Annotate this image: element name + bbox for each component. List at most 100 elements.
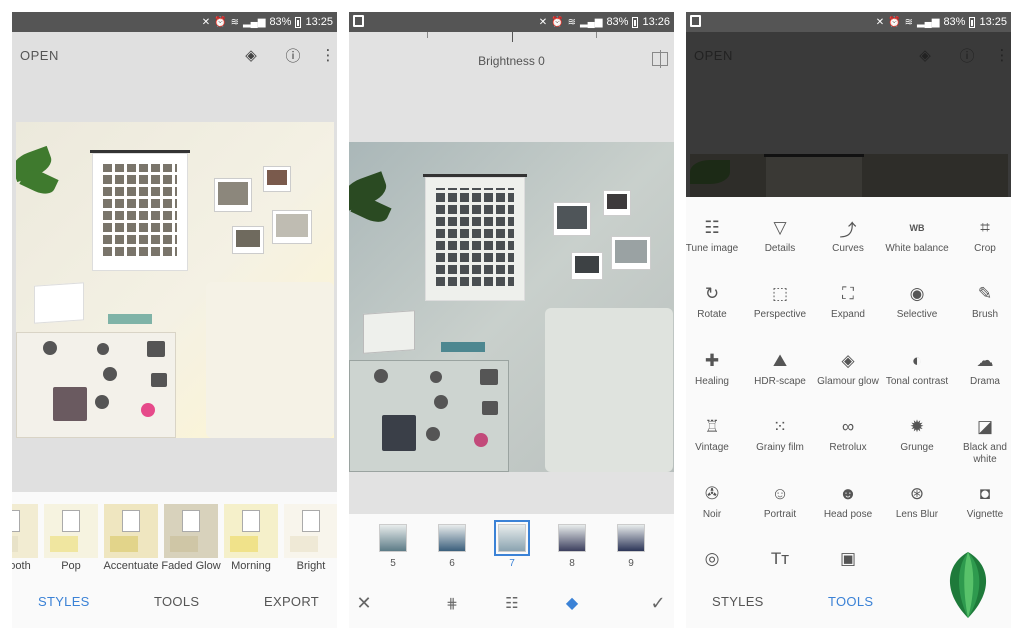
- open-button[interactable]: OPEN: [20, 48, 59, 63]
- filter-adjust-screen: ✕ ⏰ ≋ ▂▄▆ 83% 13:26 Brightness 0 5 6 7 8…: [349, 12, 674, 628]
- tool-noir[interactable]: ✇ Noir: [686, 481, 746, 521]
- tool-label: Healing: [695, 376, 729, 387]
- tool-curves[interactable]: ⤴ Curves: [814, 215, 882, 255]
- tool-retrolux[interactable]: ∞ Retrolux: [814, 414, 882, 454]
- selective-icon: ◉: [909, 284, 925, 303]
- photo-canvas[interactable]: [12, 80, 337, 492]
- style-label: Accentuate: [103, 560, 159, 572]
- tool-label: Grainy film: [756, 442, 804, 453]
- cabinet: [349, 360, 509, 472]
- tool-grunge[interactable]: ✹ Grunge: [883, 414, 951, 454]
- wall-frame: [611, 236, 651, 270]
- tool-hdr[interactable]: ⛰ HDR-scape: [746, 348, 814, 388]
- tab-styles[interactable]: STYLES: [712, 594, 764, 609]
- tab-styles[interactable]: STYLES: [38, 594, 90, 609]
- drama-icon: ☁: [976, 351, 994, 370]
- battery-percent: 83%: [606, 16, 629, 28]
- adjust-header[interactable]: Brightness 0: [349, 32, 674, 92]
- black-and-white-icon: ◪: [976, 417, 994, 436]
- tab-export[interactable]: EXPORT: [264, 594, 319, 609]
- tool-expand[interactable]: ⛶ Expand: [814, 281, 882, 321]
- style-thumb[interactable]: [12, 504, 38, 558]
- magnet: [374, 369, 388, 383]
- tool-grainy-film[interactable]: ⁙ Grainy film: [746, 414, 814, 454]
- tool-head-pose[interactable]: ☻ Head pose: [814, 481, 882, 521]
- tool-details[interactable]: ▽ Details: [746, 215, 814, 255]
- tune-icon[interactable]: ☷: [501, 592, 523, 614]
- style-label: Faded Glow: [161, 560, 221, 572]
- tool-healing[interactable]: ✚ Healing: [686, 348, 746, 388]
- tool-vintage[interactable]: ♖ Vintage: [686, 414, 746, 454]
- tab-tools[interactable]: TOOLS: [154, 594, 199, 609]
- tab-tools[interactable]: TOOLS: [828, 594, 873, 609]
- style-thumb[interactable]: [104, 504, 158, 558]
- tool-text[interactable]: Tт: [746, 546, 814, 574]
- photo-magnet: [53, 387, 87, 421]
- filter-swatch-selected[interactable]: [494, 520, 530, 556]
- grid-icon[interactable]: ⋕: [441, 592, 463, 614]
- magnet: [434, 395, 448, 409]
- sofa: [545, 308, 673, 472]
- filter-swatch[interactable]: [558, 524, 586, 552]
- clock: 13:26: [642, 16, 670, 28]
- tonal-contrast-icon: ◐: [911, 351, 923, 370]
- close-icon[interactable]: ✕: [353, 592, 375, 614]
- more-icon[interactable]: ⋮: [317, 44, 337, 66]
- gallery-icon: [690, 15, 701, 27]
- style-thumb[interactable]: [284, 504, 337, 558]
- wall-frame: [603, 190, 631, 216]
- style-thumb[interactable]: [44, 504, 98, 558]
- wall-frame: [272, 210, 312, 244]
- tool-rotate[interactable]: ↻ Rotate: [686, 281, 746, 321]
- style-thumb[interactable]: [224, 504, 278, 558]
- battery-percent: 83%: [943, 16, 966, 28]
- tool-white-balance[interactable]: WB White balance: [883, 215, 951, 255]
- style-thumb[interactable]: [164, 504, 218, 558]
- mute-icon: ✕: [538, 16, 548, 28]
- filter-swatch[interactable]: [438, 524, 466, 552]
- tool-vignette[interactable]: ◘ Vignette: [951, 481, 1011, 521]
- filter-swatch[interactable]: [617, 524, 645, 552]
- status-bar: ✕ ⏰ ≋ ▂▄▆ 83% 13:25: [686, 12, 1011, 32]
- style-icon[interactable]: ◆: [561, 592, 583, 614]
- tool-selective[interactable]: ◉ Selective: [883, 281, 951, 321]
- layers-icon[interactable]: ◈: [240, 44, 262, 66]
- tool-label: Head pose: [823, 509, 873, 520]
- tool-drama[interactable]: ☁ Drama: [951, 348, 1011, 388]
- perspective-icon: ⬚: [771, 284, 789, 303]
- edited-photo: [349, 142, 674, 472]
- tool-portrait[interactable]: ☺ Portrait: [746, 481, 814, 521]
- adjust-slider[interactable]: [349, 32, 674, 42]
- crop-icon: ⌗: [980, 218, 990, 237]
- gallery-icon: [353, 15, 364, 27]
- tool-glamour-glow[interactable]: ◈ Glamour glow: [814, 348, 882, 388]
- tool-lens-blur[interactable]: ⊛ Lens Blur: [883, 481, 951, 521]
- open-button: OPEN: [694, 48, 733, 63]
- compare-icon[interactable]: [652, 50, 668, 68]
- tool-tune[interactable]: ☷ Tune image: [686, 215, 746, 255]
- tool-black-and-white[interactable]: ◪ Black and white: [951, 414, 1011, 466]
- magnet: [141, 403, 155, 417]
- tool-label: Glamour glow: [817, 376, 879, 387]
- lens-blur-icon: ⊛: [909, 484, 925, 503]
- tool-frames[interactable]: ▣: [814, 546, 882, 574]
- tool-brush[interactable]: ✎ Brush: [951, 281, 1011, 321]
- tool-crop[interactable]: ⌗ Crop: [951, 215, 1011, 255]
- filter-swatch[interactable]: [379, 524, 407, 552]
- tool-tonal-contrast[interactable]: ◐ Tonal contrast: [883, 348, 951, 388]
- tool-label: Grunge: [900, 442, 934, 453]
- more-icon: ⋮: [994, 47, 1010, 64]
- photo-canvas[interactable]: [349, 92, 674, 514]
- wall-frame: [571, 252, 603, 280]
- filter-number: 5: [390, 558, 396, 569]
- tool-perspective[interactable]: ⬚ Perspective: [746, 281, 814, 321]
- check-icon[interactable]: ✓: [647, 592, 669, 614]
- magnet: [147, 341, 165, 357]
- healing-icon: ✚: [704, 351, 720, 370]
- photo-magnet: [382, 415, 416, 451]
- magnet: [97, 343, 109, 355]
- sofa: [206, 282, 334, 438]
- tool-double-exposure[interactable]: ◎: [686, 546, 746, 574]
- info-icon[interactable]: ⓘ: [282, 44, 304, 66]
- dimmed-photo: [690, 154, 1008, 197]
